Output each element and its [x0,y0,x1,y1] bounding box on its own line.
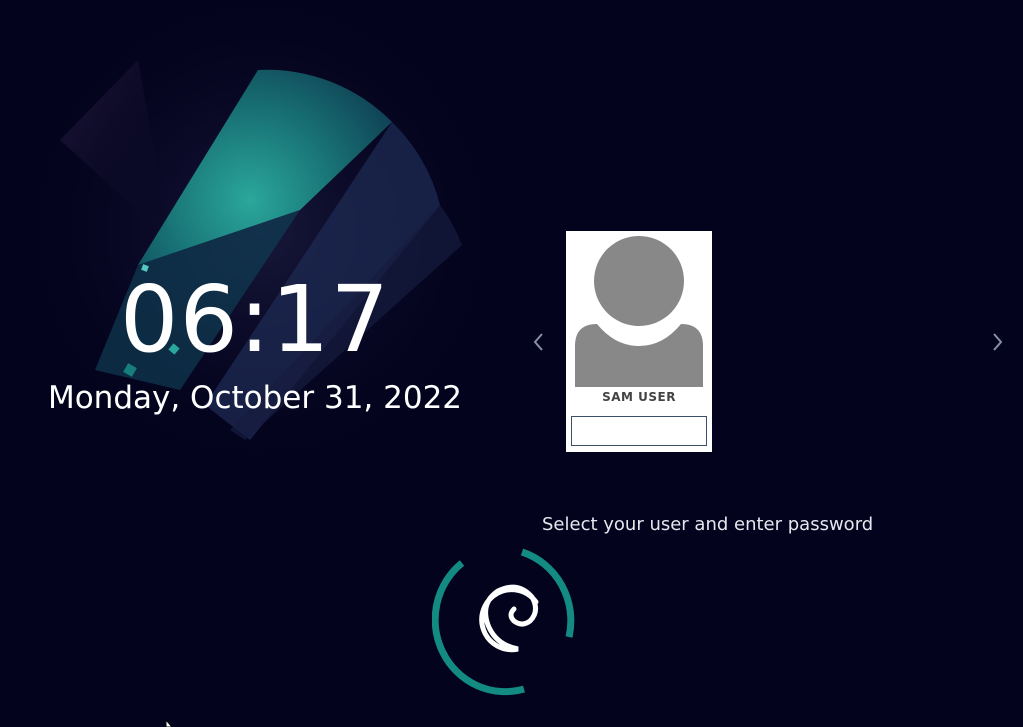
clock-time: 06:17 [119,266,391,373]
chevron-left-icon[interactable] [529,330,549,354]
mouse-pointer-icon [166,720,173,727]
clock-date: Monday, October 31, 2022 [47,380,463,416]
default-user-silhouette-icon [575,236,703,387]
debian-swirl-logo-icon [432,548,575,696]
user-name: SAM USER [602,390,676,404]
login-screen: 06:17 Monday, October 31, 2022 SAM USER … [0,0,1023,727]
login-hint: Select your user and enter password [542,514,874,535]
password-field[interactable] [571,416,707,446]
user-card[interactable]: SAM USER [566,231,712,452]
chevron-right-icon[interactable] [987,330,1007,354]
